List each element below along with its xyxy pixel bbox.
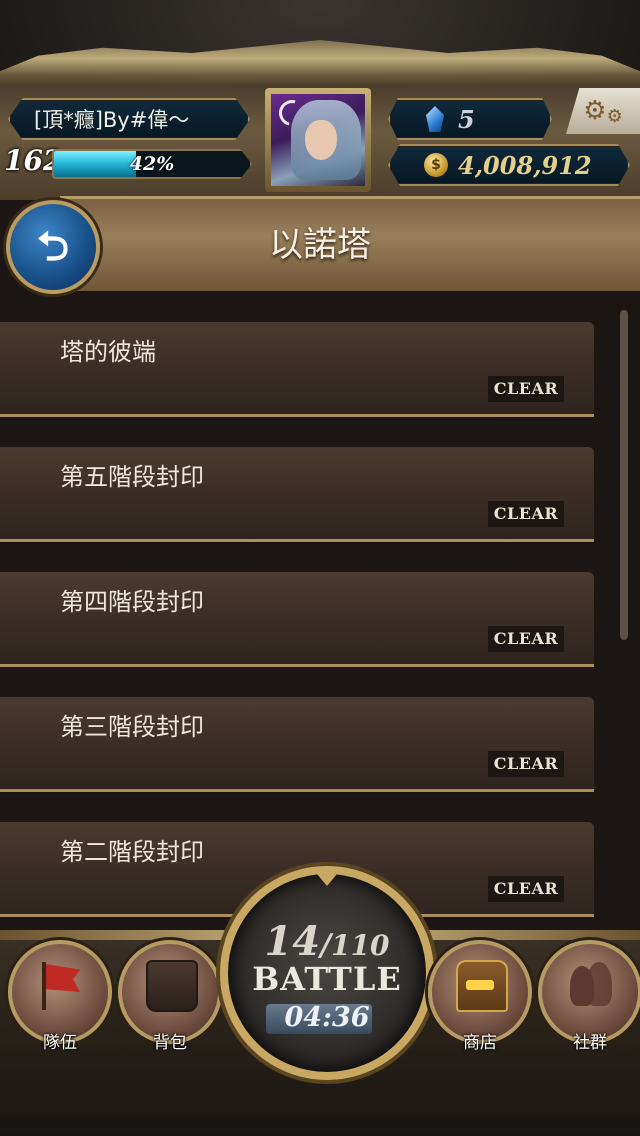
player-name-plate: [頂*癮]By#偉～ bbox=[8, 98, 250, 140]
battle-label: BATTLE bbox=[252, 960, 402, 998]
exp-percent: 42% bbox=[129, 153, 175, 175]
character-portrait-icon bbox=[271, 94, 365, 186]
nav-team-label: 隊伍 bbox=[43, 1033, 77, 1053]
gear-small-icon: ⚙ bbox=[606, 106, 623, 127]
gem-counter[interactable]: 5 bbox=[388, 98, 552, 140]
stamina-display: 14/110 bbox=[228, 918, 426, 965]
flag-icon bbox=[36, 960, 84, 1010]
back-button[interactable]: ⮌ bbox=[6, 200, 100, 294]
nav-social-button[interactable]: 社群 bbox=[538, 940, 640, 1053]
stamina-timer: 04:36 bbox=[284, 1002, 370, 1033]
chest-icon bbox=[456, 960, 508, 1012]
floor-list: 塔的彼端 CLEAR 第五階段封印 CLEAR 第四階段封印 CLEAR 第三階… bbox=[0, 300, 640, 940]
stamina-max: 110 bbox=[331, 929, 390, 962]
people-icon bbox=[566, 960, 614, 1008]
clear-badge: CLEAR bbox=[488, 501, 564, 527]
avatar-face bbox=[305, 120, 337, 160]
floor-item[interactable]: 塔的彼端 CLEAR bbox=[0, 322, 594, 417]
coin-icon: $ bbox=[424, 153, 448, 177]
floor-label: 塔的彼端 bbox=[60, 338, 156, 366]
floor-item[interactable]: 第三階段封印 CLEAR bbox=[0, 697, 594, 792]
player-name: [頂*癮]By#偉～ bbox=[34, 108, 190, 132]
clear-badge: CLEAR bbox=[488, 376, 564, 402]
page-title: 以諾塔 bbox=[269, 225, 371, 265]
floor-label: 第三階段封印 bbox=[60, 713, 204, 741]
floor-label: 第二階段封印 bbox=[60, 838, 204, 866]
nav-shop-button[interactable]: 商店 bbox=[428, 940, 532, 1053]
gem-icon bbox=[426, 106, 444, 132]
back-arrow-icon: ⮌ bbox=[36, 224, 70, 270]
floor-label: 第五階段封印 bbox=[60, 463, 204, 491]
header-ornament bbox=[0, 40, 640, 92]
floor-item[interactable]: 第四階段封印 CLEAR bbox=[0, 572, 594, 667]
gold-counter: $ 4,008,912 bbox=[388, 144, 630, 186]
nav-social-label: 社群 bbox=[573, 1033, 607, 1053]
leader-avatar[interactable] bbox=[265, 88, 371, 192]
clear-badge: CLEAR bbox=[488, 751, 564, 777]
stamina-current: 14 bbox=[264, 918, 321, 965]
nav-bag-label: 背包 bbox=[153, 1033, 187, 1053]
title-bar: 以諾塔 bbox=[60, 196, 640, 291]
clear-badge: CLEAR bbox=[488, 626, 564, 652]
battle-button[interactable]: 14/110 BATTLE 04:36 bbox=[220, 866, 434, 1080]
nav-bag-button[interactable]: 背包 bbox=[118, 940, 222, 1053]
exp-bar: 42% bbox=[52, 149, 252, 179]
floor-label: 第四階段封印 bbox=[60, 588, 204, 616]
bag-icon bbox=[146, 960, 198, 1012]
chevron-down-icon bbox=[312, 868, 342, 886]
list-scrollbar[interactable] bbox=[620, 310, 628, 640]
gold-count: 4,008,912 bbox=[458, 150, 592, 180]
nav-shop-label: 商店 bbox=[463, 1033, 497, 1053]
nav-team-button[interactable]: 隊伍 bbox=[8, 940, 112, 1053]
floor-item[interactable]: 第五階段封印 CLEAR bbox=[0, 447, 594, 542]
stamina-separator: / bbox=[320, 928, 332, 963]
gem-count: 5 bbox=[458, 104, 475, 134]
gear-icon: ⚙ bbox=[583, 96, 607, 126]
clear-badge: CLEAR bbox=[488, 876, 564, 902]
